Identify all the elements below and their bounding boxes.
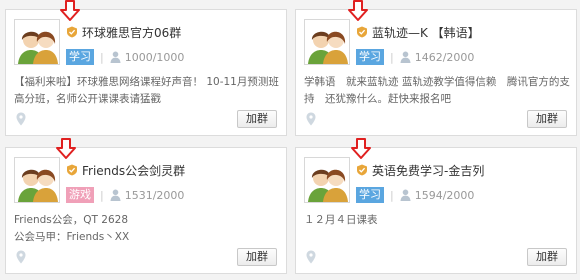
group-description: Friends公会，QT 2628 公会马甲：Friends丶XX — [14, 214, 130, 243]
group-card-2[interactable]: 蓝轨迹—K 【韩语】 学习 | 1462/2000 学韩语 就来蓝轨迹 蓝轨迹教… — [295, 9, 577, 136]
pointer-arrow-icon — [59, 0, 81, 22]
group-card-4[interactable]: 英语免费学习-金吉列 学习 | 1594/2000 １２月４日课表 加群 — [295, 147, 577, 274]
member-count: 1594/2000 — [414, 188, 475, 202]
join-group-button[interactable]: 加群 — [527, 248, 567, 266]
location-pin-icon[interactable] — [16, 112, 26, 126]
divider: | — [390, 188, 394, 202]
pointer-arrow-icon — [347, 0, 369, 22]
verified-badge-icon — [66, 164, 78, 176]
group-avatar[interactable] — [14, 19, 60, 65]
category-tag[interactable]: 学习 — [356, 49, 384, 65]
group-card-1[interactable]: 环球雅思官方06群 学习 | 1000/1000 【福利来啦】环球雅思网络课程好… — [5, 9, 287, 136]
category-tag[interactable]: 游戏 — [66, 187, 94, 203]
divider: | — [100, 50, 104, 64]
group-description: 学韩语 就来蓝轨迹 蓝轨迹教学值得信赖 腾讯官方的支持 还犹豫什么。赶快来报名吧 — [304, 76, 570, 105]
verified-badge-icon — [356, 26, 368, 38]
member-icon — [400, 189, 411, 201]
group-title[interactable]: 环球雅思官方06群 — [82, 24, 181, 41]
member-count: 1462/2000 — [414, 50, 475, 64]
location-pin-icon[interactable] — [306, 250, 316, 264]
join-group-button[interactable]: 加群 — [237, 248, 277, 266]
join-group-button[interactable]: 加群 — [237, 110, 277, 128]
divider: | — [100, 188, 104, 202]
location-pin-icon[interactable] — [306, 112, 316, 126]
category-tag[interactable]: 学习 — [356, 187, 384, 203]
group-title[interactable]: Friends公会剑灵群 — [82, 162, 185, 179]
member-icon — [110, 189, 121, 201]
group-avatar[interactable] — [14, 157, 60, 203]
verified-badge-icon — [66, 26, 78, 38]
category-tag[interactable]: 学习 — [66, 49, 94, 65]
member-icon — [400, 51, 411, 63]
divider: | — [390, 50, 394, 64]
group-title[interactable]: 蓝轨迹—K 【韩语】 — [372, 24, 480, 41]
group-card-3[interactable]: Friends公会剑灵群 游戏 | 1531/2000 Friends公会，QT… — [5, 147, 287, 274]
group-title[interactable]: 英语免费学习-金吉列 — [372, 162, 484, 179]
location-pin-icon[interactable] — [16, 250, 26, 264]
group-description: 【福利来啦】环球雅思网络课程好声音！ 10-11月预测班 高分班，名师公开课课表… — [14, 76, 279, 105]
member-count: 1000/1000 — [124, 50, 185, 64]
member-count: 1531/2000 — [124, 188, 185, 202]
group-description: １２月４日课表 — [304, 214, 378, 226]
pointer-arrow-icon — [55, 138, 77, 160]
group-avatar[interactable] — [304, 19, 350, 65]
verified-badge-icon — [356, 164, 368, 176]
member-icon — [110, 51, 121, 63]
group-avatar[interactable] — [304, 157, 350, 203]
pointer-arrow-icon — [350, 138, 372, 160]
join-group-button[interactable]: 加群 — [527, 110, 567, 128]
